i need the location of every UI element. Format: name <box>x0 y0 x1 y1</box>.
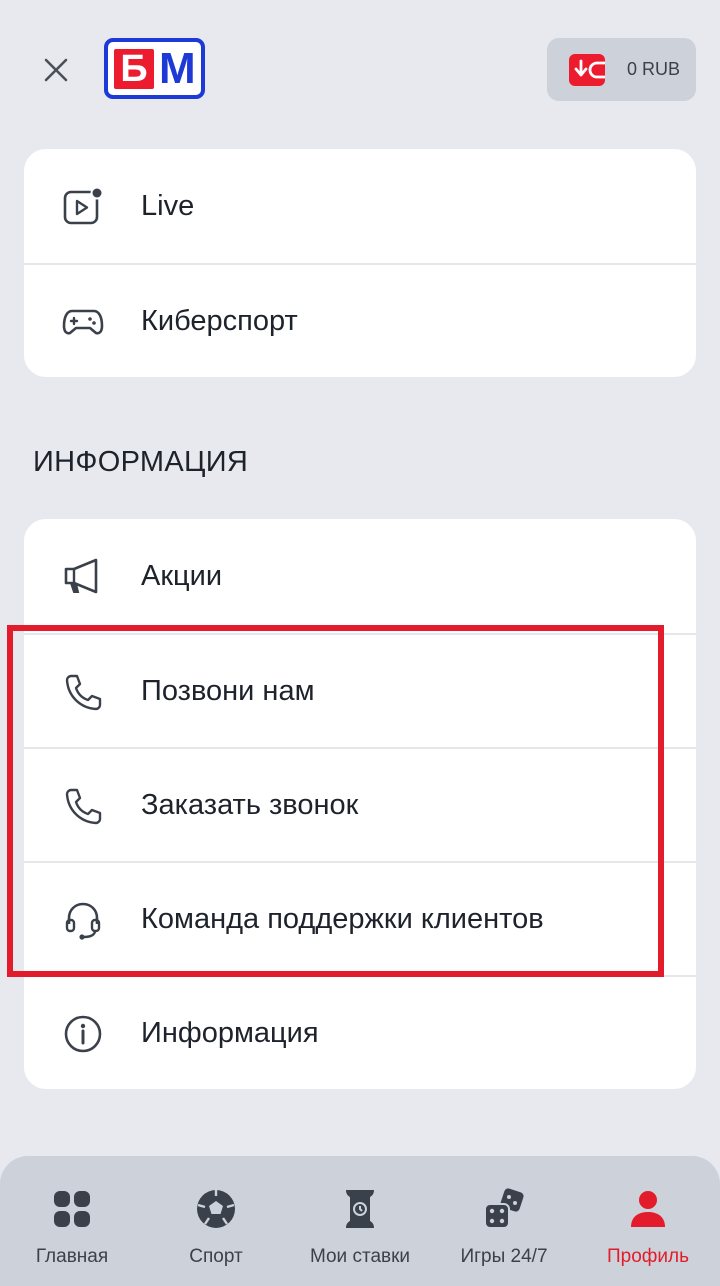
logo-letter-b: Б <box>114 48 154 89</box>
menu-item-label: Заказать звонок <box>141 788 359 821</box>
deposit-wallet-icon <box>569 53 605 86</box>
menu-item-label: Команда поддержки клиентов <box>141 902 544 935</box>
menu-card-info: Акции Позвони нам Заказать звонок Команд… <box>24 519 696 1089</box>
menu-item-label: Информация <box>141 1016 319 1049</box>
ticket-icon <box>337 1186 383 1232</box>
nav-label: Главная <box>35 1246 109 1267</box>
gamepad-icon <box>62 302 104 342</box>
phone-icon <box>62 786 104 826</box>
live-video-icon <box>62 186 104 226</box>
nav-item-games[interactable]: Игры 24/7 <box>432 1156 576 1286</box>
nav-item-sport[interactable]: Спорт <box>144 1156 288 1286</box>
info-icon <box>62 1014 104 1054</box>
app-screen: Б М 0 RUB Live Киберспорт ИНФОРМАЦИЯ Акц… <box>0 0 720 1286</box>
headset-icon <box>62 900 104 940</box>
menu-item-label: Киберспорт <box>141 304 298 337</box>
soccer-ball-icon <box>193 1186 239 1232</box>
header: Б М 0 RUB <box>0 0 720 140</box>
nav-item-home[interactable]: Главная <box>0 1156 144 1286</box>
nav-label: Мои ставки <box>309 1246 411 1267</box>
menu-item-label: Акции <box>141 559 223 592</box>
bottom-nav: Главная Спорт Мои ставки Игры 24/7 Профи… <box>0 1156 720 1286</box>
menu-item-call-us[interactable]: Позвони нам <box>24 633 696 747</box>
nav-label: Профиль <box>606 1246 690 1267</box>
section-title-info: ИНФОРМАЦИЯ <box>33 446 249 478</box>
menu-item-support-team[interactable]: Команда поддержки клиентов <box>24 861 696 975</box>
phone-icon <box>62 672 104 712</box>
logo-letter-m: М <box>159 43 196 93</box>
menu-item-information[interactable]: Информация <box>24 975 696 1089</box>
nav-label: Спорт <box>189 1246 243 1267</box>
menu-item-label: Live <box>141 189 195 222</box>
menu-item-esports[interactable]: Киберспорт <box>24 263 696 377</box>
menu-item-label: Позвони нам <box>141 674 315 707</box>
menu-item-promotions[interactable]: Акции <box>24 519 696 633</box>
nav-item-profile[interactable]: Профиль <box>576 1156 720 1286</box>
user-icon <box>625 1186 671 1232</box>
nav-item-my-bets[interactable]: Мои ставки <box>288 1156 432 1286</box>
home-grid-icon <box>49 1186 95 1232</box>
menu-item-live[interactable]: Live <box>24 149 696 263</box>
nav-label: Игры 24/7 <box>460 1246 548 1267</box>
menu-card-main: Live Киберспорт <box>24 149 696 377</box>
balance-amount: 0 RUB <box>627 59 681 79</box>
close-button[interactable] <box>36 50 76 90</box>
dice-icon <box>481 1186 527 1232</box>
balance-button[interactable]: 0 RUB <box>547 38 696 101</box>
menu-item-request-call[interactable]: Заказать звонок <box>24 747 696 861</box>
close-icon <box>44 58 68 82</box>
megaphone-icon <box>62 556 104 596</box>
logo[interactable]: Б М <box>104 38 205 99</box>
